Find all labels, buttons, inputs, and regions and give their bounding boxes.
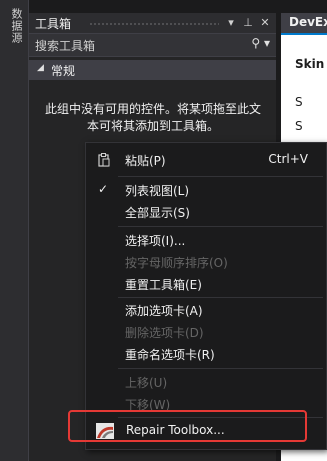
doc-text: Skin [295, 57, 325, 71]
menu-separator [118, 176, 323, 177]
checkmark-icon: ✓ [98, 182, 109, 196]
menu-separator [118, 297, 323, 298]
collapse-arrow-icon[interactable]: ◢ [37, 63, 44, 73]
menu-item-list-view[interactable]: ✓ 列表视图(L) [86, 179, 326, 201]
menu-item-choose-items[interactable]: 选择项(I)... [86, 229, 326, 251]
close-icon[interactable]: ✕ [258, 14, 272, 32]
menu-separator [118, 368, 323, 369]
datasource-tab[interactable]: 数据源 [4, 8, 24, 44]
pin-icon[interactable]: ⊥ [241, 14, 255, 32]
document-tab[interactable]: DevEx [281, 13, 327, 35]
highlight-box [68, 410, 307, 442]
empty-group-message: 此组中没有可用的控件。将某项拖至此文 本可将其添加到工具箱。 [44, 102, 261, 133]
doc-text: S [295, 95, 303, 109]
search-input[interactable]: 搜索工具箱 [35, 37, 95, 54]
search-icon[interactable]: ⚲ ▾ [251, 36, 270, 50]
menu-item-delete-tab[interactable]: 删除选项卡(D) [86, 321, 326, 343]
window-position-dropdown-icon[interactable]: ▾ [224, 14, 238, 32]
toolbox-titlebar: 工具箱 ▾ ⊥ ✕ [29, 13, 276, 34]
shortcut-label: Ctrl+V [268, 152, 308, 166]
toolbox-search-box[interactable]: 搜索工具箱 ⚲ ▾ [29, 34, 276, 57]
group-label: 常规 [51, 64, 76, 78]
menu-item-add-tab[interactable]: 添加选项卡(A) [86, 299, 326, 321]
toolbox-group-general[interactable]: ◢ 常规 [29, 60, 276, 80]
menu-item-move-up[interactable]: 上移(U) [86, 371, 326, 393]
titlebar-grip[interactable] [89, 22, 219, 26]
toolbox-title: 工具箱 [35, 17, 72, 31]
menu-separator [118, 226, 323, 227]
context-menu: 粘贴(P) Ctrl+V ✓ 列表视图(L) 全部显示(S) 选择项(I)...… [85, 142, 327, 450]
menu-item-reset-toolbox[interactable]: 重置工具箱(E) [86, 273, 326, 295]
menu-item-rename-tab[interactable]: 重命名选项卡(R) [86, 343, 326, 365]
menu-item-sort-alphabetically[interactable]: 按字母顺序排序(O) [86, 251, 326, 273]
left-side-panel: 数据源 [0, 0, 29, 461]
menu-item-show-all[interactable]: 全部显示(S) [86, 201, 326, 223]
doc-text: S [295, 119, 303, 133]
menu-item-paste[interactable]: 粘贴(P) Ctrl+V [86, 149, 326, 171]
paste-icon [96, 152, 112, 168]
